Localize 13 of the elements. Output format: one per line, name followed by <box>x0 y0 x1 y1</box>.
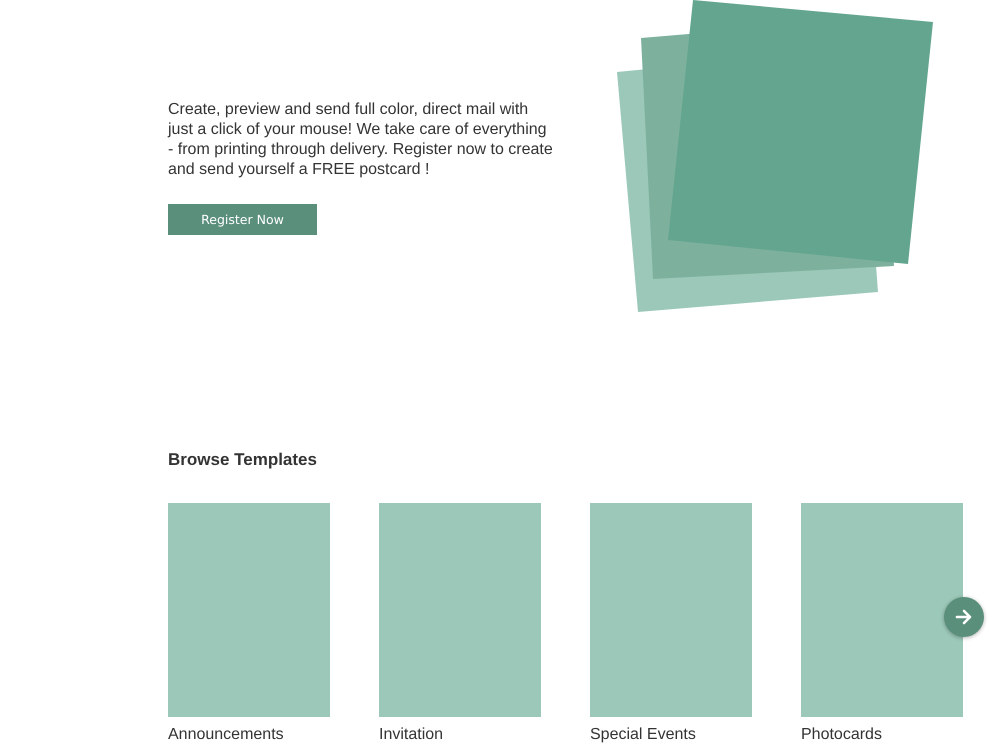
template-label[interactable]: Announcements <box>168 725 284 744</box>
next-button[interactable] <box>944 597 984 637</box>
template-label[interactable]: Photocards <box>801 725 882 744</box>
template-thumbnail[interactable] <box>379 503 541 717</box>
hero-description: Create, preview and send full color, direct mail with just a click of your mouse! We take care of everything - from printing through delivery. Register now to create and send yourself a FREE postcard ! <box>168 100 554 180</box>
template-thumbnail[interactable] <box>801 503 963 717</box>
template-label[interactable]: Invitation <box>379 725 444 744</box>
arrow-right-icon <box>955 608 973 626</box>
template-thumbnail[interactable] <box>168 503 330 717</box>
template-thumbnail[interactable] <box>590 503 752 717</box>
section-heading: Browse Templates <box>168 450 318 470</box>
register-button[interactable]: Register Now <box>168 204 317 235</box>
template-label[interactable]: Special Events <box>590 725 696 744</box>
